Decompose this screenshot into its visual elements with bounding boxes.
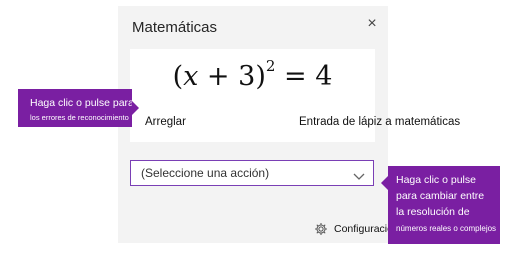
action-tooltip-line4: números reales o complejos [396, 224, 497, 233]
chevron-down-icon [353, 168, 365, 186]
fix-link[interactable]: Arreglar [145, 116, 186, 128]
fix-tooltip: Haga clic o pulse para los errores de re… [18, 89, 139, 127]
action-tooltip-line2: para cambiar entre [396, 190, 485, 202]
close-icon[interactable]: × [363, 15, 381, 33]
equation-exponent: 2 [265, 57, 276, 75]
panel-title: Matemáticas [132, 19, 218, 36]
equation-display: (𝑥 + 3)2 = 4 [130, 57, 375, 92]
action-tooltip: Haga clic o pulse para cambiar entre la … [381, 166, 500, 244]
action-select-value: (Seleccione una acción) [141, 166, 270, 180]
equation-card: (𝑥 + 3)2 = 4 [130, 49, 375, 142]
fix-tooltip-line1: Haga clic o pulse para [30, 97, 134, 109]
action-tooltip-line3: la resolución de [396, 206, 470, 218]
math-panel: Matemáticas × (𝑥 + 3)2 = 4 Arreglar Entr… [118, 6, 460, 243]
equation-rhs: = 4 [284, 61, 333, 92]
gear-icon [314, 222, 328, 241]
tooltip-arrow [381, 176, 388, 190]
action-select[interactable]: (Seleccione una acción) [130, 160, 374, 186]
action-tooltip-line1: Haga clic o pulse [396, 174, 476, 186]
ink-to-math-link[interactable]: Entrada de lápiz a matemáticas [299, 116, 460, 128]
equation-base: (𝑥 + 3) [172, 61, 266, 92]
tooltip-arrow [132, 101, 139, 115]
fix-tooltip-line2: los errores de reconocimiento [30, 113, 129, 122]
